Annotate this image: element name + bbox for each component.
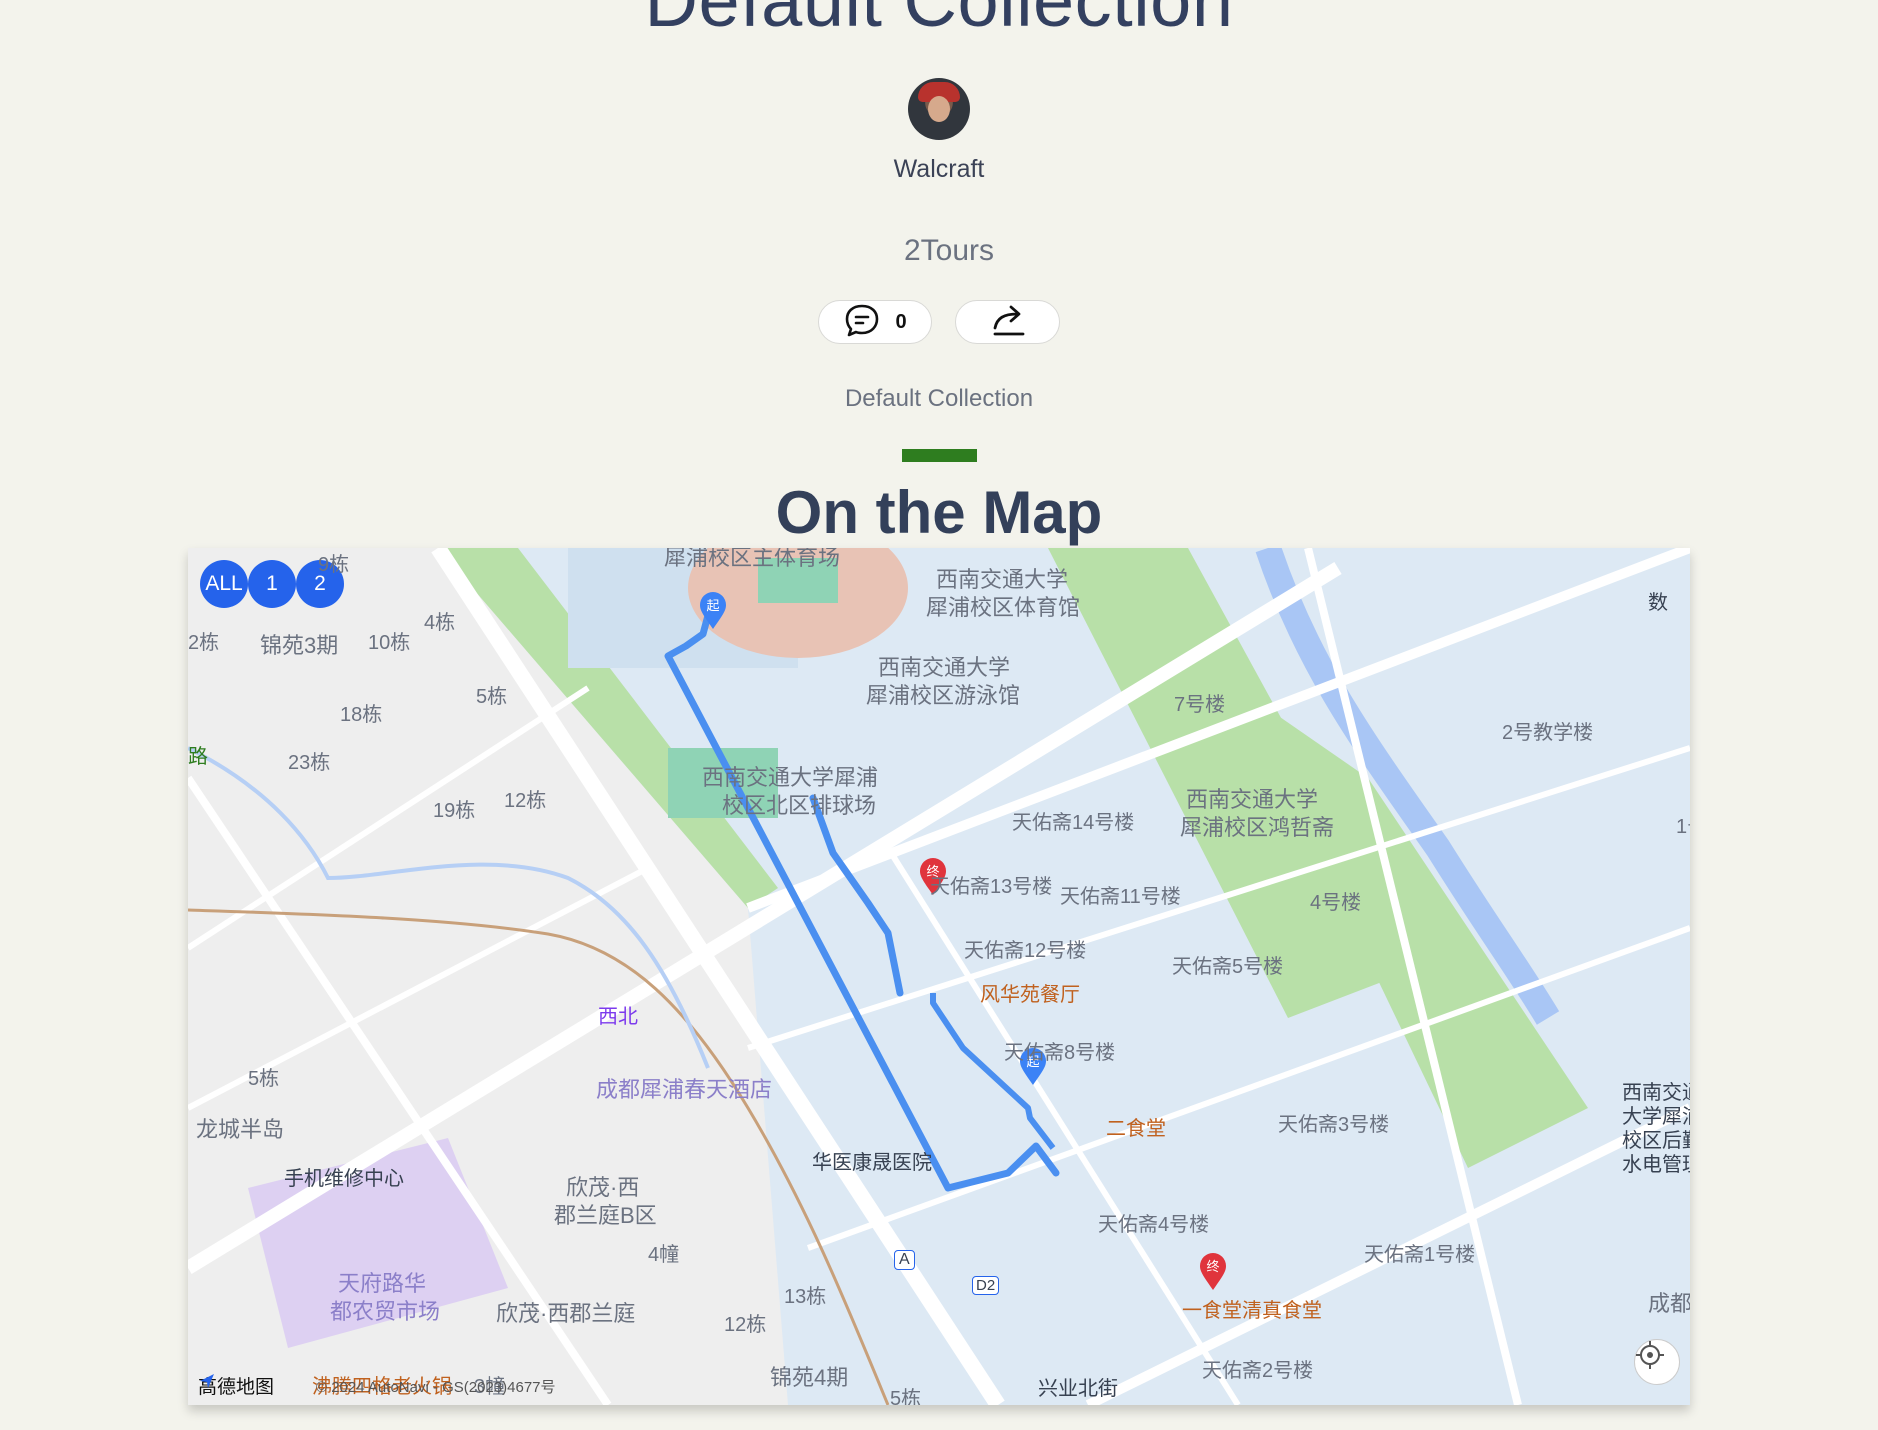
map-label: 天佑斋4号楼 xyxy=(1098,1214,1210,1236)
map-label: 成都 xyxy=(1648,1291,1690,1316)
comment-button[interactable]: 0 xyxy=(818,300,932,344)
map-label: 都农贸市场 xyxy=(330,1299,441,1324)
map-label: 天佑斋2号楼 xyxy=(1202,1360,1314,1382)
map-label: 手机维修中心 xyxy=(284,1168,404,1190)
map-label: 龙城半岛 xyxy=(196,1117,285,1142)
map-label: 天佑斋5号楼 xyxy=(1172,956,1284,978)
map-label: 犀浦校区鸿哲斋 xyxy=(1180,815,1335,840)
map-label: 5栋 xyxy=(476,686,508,708)
map[interactable]: ALL 1 2 起 终 起 终 9栋 犀浦校区主体育场 西南交通大学 犀浦校区体… xyxy=(188,548,1690,1405)
map-label: 天佑斋3号楼 xyxy=(1278,1114,1390,1136)
map-label: 2栋 xyxy=(188,632,220,654)
share-icon xyxy=(989,302,1027,343)
start-pin-1[interactable]: 起 xyxy=(698,592,728,630)
map-label: 1号 xyxy=(1676,816,1690,838)
section-title: On the Map xyxy=(775,479,1103,546)
map-label: 郡兰庭B区 xyxy=(554,1203,657,1228)
comment-icon xyxy=(843,302,881,343)
page-title: Default Collection xyxy=(644,0,1234,42)
map-label: 天佑斋11号楼 xyxy=(1060,886,1181,908)
map-label: 校区北区排球场 xyxy=(722,793,877,818)
poi-label[interactable]: 西北 xyxy=(598,1000,638,1029)
tour-count: 2Tours xyxy=(903,234,995,267)
map-provider-logo[interactable]: 高德地图 xyxy=(198,1372,274,1399)
comment-count: 0 xyxy=(895,310,907,333)
locate-button[interactable] xyxy=(1634,1339,1680,1385)
poi-label[interactable]: 一食堂清真食堂 xyxy=(1182,1294,1322,1323)
map-label: 犀浦校区体育馆 xyxy=(926,595,1081,620)
map-label: 23栋 xyxy=(288,752,331,774)
end-pin-2[interactable]: 终 xyxy=(1198,1253,1228,1291)
road-marker: D2 xyxy=(972,1276,1000,1295)
share-button[interactable] xyxy=(955,300,1060,344)
map-label: 2号教学楼 xyxy=(1502,722,1594,744)
map-label: 5栋 xyxy=(890,1388,922,1405)
filter-route-1-button[interactable]: 1 xyxy=(248,560,296,608)
map-copyright: © 2024 AutoNavi - GS(2023)4677号 xyxy=(316,1379,556,1396)
map-label: 19栋 xyxy=(433,800,476,822)
collection-description: Default Collection xyxy=(844,385,1034,412)
map-label: 天佑斋13号楼 xyxy=(930,876,1053,898)
map-label: 7号楼 xyxy=(1174,694,1226,716)
map-label: 9栋 xyxy=(318,554,350,576)
map-label: 数 xyxy=(1648,592,1668,614)
map-label: 18栋 xyxy=(340,704,383,726)
map-label: 5栋 xyxy=(248,1068,280,1090)
map-label: 4号楼 xyxy=(1310,892,1362,914)
author-name[interactable]: Walcraft xyxy=(0,155,1878,184)
map-label: 天佑斋14号楼 xyxy=(1012,812,1135,834)
map-label: 路 xyxy=(188,746,208,768)
map-label: 12栋 xyxy=(504,790,547,812)
map-label: 天佑斋12号楼 xyxy=(964,940,1087,962)
map-label: 4幢 xyxy=(648,1244,680,1266)
map-label: 12栋 xyxy=(724,1314,767,1336)
poi-label[interactable]: 风华苑餐厅 xyxy=(980,978,1080,1007)
poi-label[interactable]: 二食堂 xyxy=(1106,1112,1166,1141)
map-label: 犀浦校区游泳馆 xyxy=(866,683,1021,708)
section-divider xyxy=(902,449,977,462)
map-label: 10栋 xyxy=(368,632,411,654)
navigation-arrow-icon xyxy=(200,1374,214,1388)
map-label: 4栋 xyxy=(424,612,456,634)
poi-label[interactable]: 华医康晟医院 xyxy=(812,1146,932,1175)
map-label: 欣茂·西郡兰庭 xyxy=(496,1301,636,1326)
filter-all-button[interactable]: ALL xyxy=(200,560,248,608)
map-label: 兴业北街 xyxy=(1038,1378,1118,1400)
map-label: 成都犀浦春天酒店 xyxy=(596,1077,773,1102)
start-pin-label: 起 xyxy=(706,599,719,614)
metro-a-icon: A xyxy=(894,1250,915,1270)
map-label: 水电管理 xyxy=(1622,1154,1690,1176)
map-label: 锦苑4期 xyxy=(770,1365,849,1390)
avatar[interactable] xyxy=(908,78,970,140)
map-label: 天佑斋8号楼 xyxy=(1004,1042,1116,1064)
map-label: 天佑斋1号楼 xyxy=(1364,1244,1476,1266)
end-pin-label: 终 xyxy=(1206,1259,1219,1275)
map-label: 锦苑3期 xyxy=(260,633,339,658)
map-label: 犀浦校区主体育场 xyxy=(664,548,841,570)
map-label: 13栋 xyxy=(784,1286,827,1308)
